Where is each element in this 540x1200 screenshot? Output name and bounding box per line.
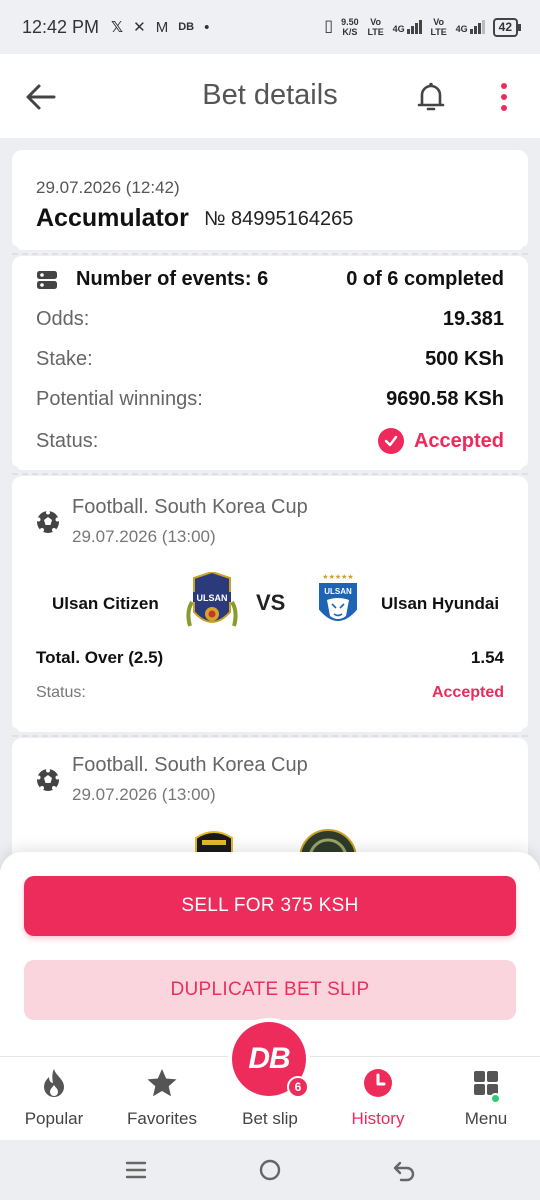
ticket-divider <box>12 253 528 255</box>
recent-apps-icon[interactable] <box>124 1158 148 1182</box>
football-icon <box>36 768 60 791</box>
sim2-volte: Vo LTE <box>430 17 447 37</box>
nav-menu[interactable]: Menu <box>432 1057 540 1141</box>
event-league: Football. South Korea Cup <box>72 496 308 518</box>
event-status-label: Status: <box>36 684 86 701</box>
nav-label: Menu <box>464 1109 508 1128</box>
sim1-volte: Vo LTE <box>367 17 384 37</box>
status-bar: 12:42 PM 𝕏 ✕ M DB • ▯ 9.50 K/S Vo LTE 4G … <box>0 0 540 54</box>
menu-notification-dot <box>490 1093 501 1104</box>
star-icon <box>147 1069 177 1097</box>
home-crest-text: ULSAN <box>197 593 228 603</box>
notification-icons: 𝕏 ✕ M DB • <box>111 18 210 37</box>
bet-number: № 84995164265 <box>204 208 354 230</box>
nav-label: History <box>351 1109 405 1128</box>
football-icon <box>36 510 60 533</box>
clock-icon <box>364 1069 392 1097</box>
events-list-icon <box>37 270 57 289</box>
events-row: Number of events: 6 0 of 6 completed <box>36 268 504 291</box>
db-logo: DB <box>248 1042 290 1075</box>
more-vertical-icon[interactable] <box>494 80 514 114</box>
event-teams: Ulsan Citizen ULSAN VS ★★★★★ ULSAN Ulsan… <box>12 572 528 642</box>
away-team-crest-icon: ★★★★★ ULSAN <box>317 573 359 623</box>
gmail-icon: M <box>155 18 169 36</box>
event-league: Football. South Korea Cup <box>72 754 308 776</box>
system-indicators: ▯ 9.50 K/S Vo LTE 4G Vo LTE 4G 42 <box>324 17 522 37</box>
event-date: 29.07.2026 (13:00) <box>72 785 216 804</box>
ticket-divider <box>12 735 528 737</box>
odds-row: Odds: 19.381 <box>36 308 504 331</box>
db-app-icon: DB <box>178 21 195 33</box>
event-status-row: Status: Accepted <box>36 684 504 702</box>
completed-count: 0 of 6 completed <box>346 268 504 290</box>
status-value: Accepted <box>413 429 504 452</box>
winnings-row: Potential winnings: 9690.58 KSh <box>36 388 504 411</box>
winnings-label: Potential winnings: <box>36 388 203 410</box>
app-header: Bet details <box>0 54 540 138</box>
away-team-crest-icon <box>299 829 357 854</box>
odds-label: Odds: <box>36 308 90 330</box>
nav-popular[interactable]: Popular <box>0 1057 108 1141</box>
battery-icon: 42 <box>492 17 522 37</box>
home-team-crest-icon: ULSAN <box>186 572 238 627</box>
page-title: Bet details <box>202 79 338 111</box>
stake-label: Stake: <box>36 348 93 370</box>
event-status-value: Accepted <box>431 684 504 701</box>
bet-header-card: 29.07.2026 (12:42) Accumulator № 8499516… <box>12 150 528 250</box>
stake-row: Stake: 500 KSh <box>36 348 504 371</box>
vibrate-icon: ▯ <box>324 18 334 35</box>
event-card[interactable]: Football. South Korea Cup 29.07.2026 (13… <box>12 476 528 732</box>
home-icon[interactable] <box>258 1158 282 1182</box>
sim1-signal: 4G <box>393 20 422 34</box>
sim2-signal: 4G <box>456 20 485 34</box>
home-team-crest-icon <box>195 831 233 854</box>
x-app-icon: 𝕏 <box>111 19 124 36</box>
duplicate-bet-slip-button[interactable]: DUPLICATE BET SLIP <box>24 960 516 1020</box>
system-back-icon[interactable] <box>392 1158 416 1182</box>
flame-icon <box>44 1069 64 1097</box>
market-row: Total. Over (2.5) 1.54 <box>36 648 504 668</box>
status-row: Status: Accepted <box>36 428 504 454</box>
bet-date: 29.07.2026 (12:42) <box>36 178 180 197</box>
stake-value: 500 KSh <box>425 348 504 370</box>
nav-label: Bet slip <box>242 1109 298 1128</box>
market-name: Total. Over (2.5) <box>36 648 164 667</box>
ticket-divider <box>12 473 528 475</box>
versus-label: VS <box>256 590 286 615</box>
bell-icon[interactable] <box>414 80 448 114</box>
home-team-name: Ulsan Citizen <box>52 594 159 613</box>
app-notification-icon: ✕ <box>133 19 146 36</box>
nav-label: Popular <box>24 1109 84 1128</box>
odds-value: 19.381 <box>442 308 504 330</box>
events-count: Number of events: 6 <box>76 268 269 290</box>
event-date: 29.07.2026 (13:00) <box>72 527 216 546</box>
status-badge: Accepted <box>377 428 504 454</box>
status-time: 12:42 PM <box>22 16 100 37</box>
signal-bars-icon <box>406 20 422 34</box>
status-label: Status: <box>36 429 99 452</box>
more-notifications-icon: • <box>204 18 210 36</box>
svg-text:★★★★★: ★★★★★ <box>322 573 353 581</box>
bet-slip-count-badge: 6 <box>287 1076 309 1098</box>
nav-label: Favorites <box>127 1109 197 1128</box>
net-speed: 9.50 K/S <box>341 17 359 37</box>
away-crest-text: ULSAN <box>324 587 352 596</box>
winnings-value: 9690.58 KSh <box>386 388 504 410</box>
signal-bars-icon <box>469 20 485 34</box>
check-circle-icon <box>377 428 404 454</box>
system-navigation-bar <box>0 1140 540 1200</box>
bet-type: Accumulator <box>36 204 189 232</box>
market-odds: 1.54 <box>470 648 504 667</box>
away-team-name: Ulsan Hyundai <box>381 594 500 613</box>
sell-bet-button[interactable]: SELL FOR 375 KSH <box>24 876 516 936</box>
nav-favorites[interactable]: Favorites <box>108 1057 216 1141</box>
nav-history[interactable]: History <box>324 1057 432 1141</box>
bet-summary-card: Number of events: 6 0 of 6 completed Odd… <box>12 256 528 470</box>
